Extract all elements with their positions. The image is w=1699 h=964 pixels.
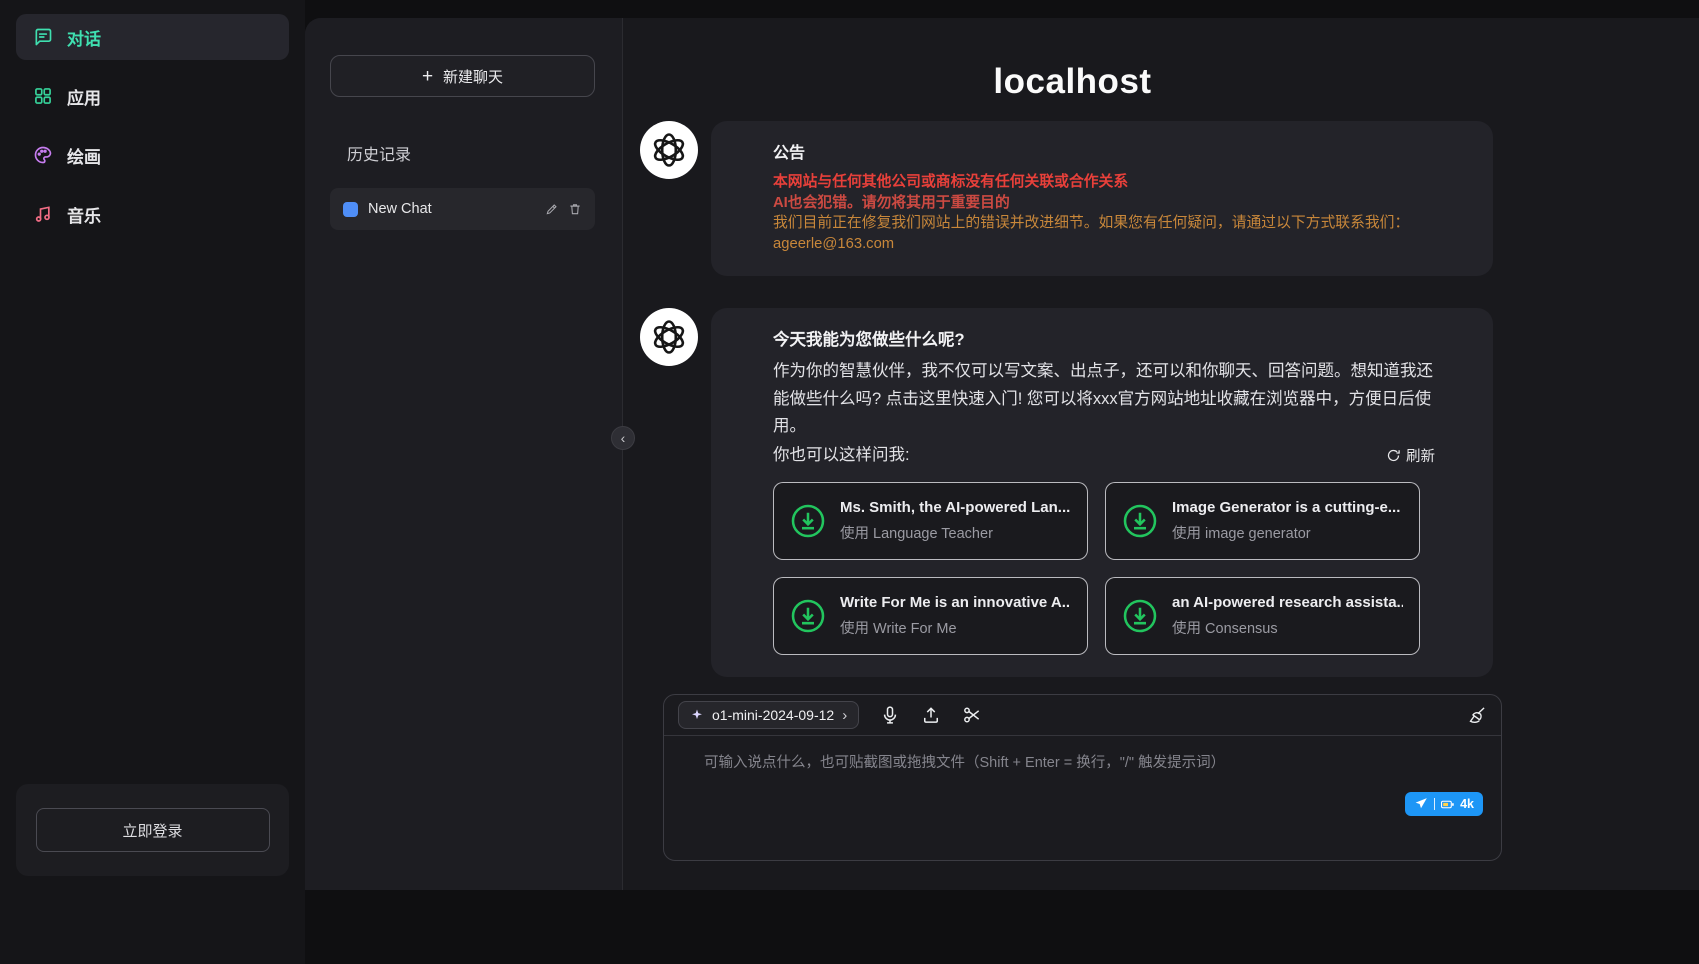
page-title: localhost [640,18,1505,102]
import-icon [1122,598,1158,634]
send-plane-icon [1414,797,1428,811]
scissors-icon [962,705,982,725]
microphone-button[interactable] [880,705,900,725]
screenshot-button[interactable] [962,705,982,725]
trash-icon[interactable] [568,202,582,216]
main-panel: + 新建聊天 历史记录 New Chat [305,18,1699,890]
suggestion-title: Ms. Smith, the AI-powered Lan... [840,499,1070,516]
suggestion-title: Write For Me is an innovative A... [840,594,1071,611]
sidebar-item-label: 绘画 [67,143,101,168]
suggestion-card[interactable]: Ms. Smith, the AI-powered Lan... 使用 Lang… [773,482,1088,560]
sidebar-item-music[interactable]: 音乐 [16,191,289,237]
music-note-icon [33,204,53,224]
sidebar-item-label: 应用 [67,84,101,109]
import-icon [790,598,826,634]
workspace: + 新建聊天 历史记录 New Chat [305,0,1699,964]
chat-item-actions [545,202,582,216]
badge-divider [1434,798,1435,810]
message-welcome: 今天我能为您做些什么呢? 作为你的智慧伙伴，我不仅可以写文案、出点子，还可以和你… [640,308,1699,677]
refresh-label: 刷新 [1406,445,1435,466]
chat-item-title: New Chat [368,201,535,217]
model-label: o1-mini-2024-09-12 [712,707,834,723]
assistant-avatar [640,121,698,179]
chat-bubble-icon [33,27,53,47]
announcement-email[interactable]: ageerle@163.com [773,234,1435,255]
chevron-right-icon: › [842,707,847,724]
import-icon [1122,503,1158,539]
palette-icon [33,145,53,165]
announcement-line: AI也会犯错。请勿将其用于重要目的 [773,193,1435,214]
composer: o1-mini-2024-09-12 › [663,694,1502,861]
sidebar: 对话 应用 绘画 音乐 立即登录 [0,0,305,964]
upload-button[interactable] [921,705,941,725]
sidebar-item-chat[interactable]: 对话 [16,14,289,60]
history-title: 历史记录 [347,141,594,165]
refresh-icon [1386,448,1401,463]
sparkle-icon [690,708,704,722]
token-count-badge: 4k [1460,797,1474,811]
clear-context-button[interactable] [1467,705,1487,725]
suggestion-title: an AI-powered research assista... [1172,594,1403,611]
sidebar-item-label: 对话 [67,25,101,50]
announcement-line: 本网站与任何其他公司或商标没有任何关联或合作关系 [773,172,1435,193]
suggestion-subtitle: 使用 Consensus [1172,617,1403,638]
welcome-bubble: 今天我能为您做些什么呢? 作为你的智慧伙伴，我不仅可以写文案、出点子，还可以和你… [711,308,1493,677]
ask-hint: 你也可以这样问我: [773,442,910,470]
chat-main: ‹ localhost 公告 本网站与任何其他公司或商标没有任何关联或合作关系 … [623,18,1699,890]
suggestion-text: an AI-powered research assista... 使用 Con… [1172,594,1403,638]
chevron-left-icon: ‹ [621,431,626,445]
upload-icon [921,705,941,725]
collapse-sidebar-button[interactable]: ‹ [611,426,635,450]
apps-grid-icon [33,86,53,106]
broom-icon [1467,705,1487,725]
composer-toolbar: o1-mini-2024-09-12 › [664,695,1501,736]
model-selector[interactable]: o1-mini-2024-09-12 › [678,701,859,729]
message-input[interactable] [664,736,1501,808]
suggestion-subtitle: 使用 Write For Me [840,617,1071,638]
sidebar-item-drawing[interactable]: 绘画 [16,132,289,178]
send-button[interactable]: 4k [1405,792,1483,816]
hint-row: 你也可以这样问我: 刷新 [773,442,1435,470]
chat-item-icon [343,202,358,217]
microphone-icon [880,705,900,725]
app-root: 对话 应用 绘画 音乐 立即登录 [0,0,1699,964]
suggestion-card[interactable]: Write For Me is an innovative A... 使用 Wr… [773,577,1088,655]
suggestion-subtitle: 使用 Language Teacher [840,522,1070,543]
chat-list-panel: + 新建聊天 历史记录 New Chat [305,18,623,890]
chat-list-item[interactable]: New Chat [330,188,595,230]
suggestion-text: Ms. Smith, the AI-powered Lan... 使用 Lang… [840,499,1070,543]
welcome-body: 作为你的智慧伙伴，我不仅可以写文案、出点子，还可以和你聊天、回答问题。想知道我还… [773,358,1435,441]
login-button[interactable]: 立即登录 [36,808,270,852]
welcome-title: 今天我能为您做些什么呢? [773,326,1435,350]
announcement-title: 公告 [773,139,1435,163]
suggestion-card[interactable]: an AI-powered research assista... 使用 Con… [1105,577,1420,655]
suggestion-card[interactable]: Image Generator is a cutting-e... 使用 ima… [1105,482,1420,560]
assistant-avatar [640,308,698,366]
new-chat-button[interactable]: + 新建聊天 [330,55,595,97]
suggestion-subtitle: 使用 image generator [1172,522,1400,543]
message-announcement: 公告 本网站与任何其他公司或商标没有任何关联或合作关系 AI也会犯错。请勿将其用… [640,121,1699,276]
import-icon [790,503,826,539]
plus-icon: + [422,67,433,86]
edit-icon[interactable] [545,202,559,216]
suggestion-grid: Ms. Smith, the AI-powered Lan... 使用 Lang… [773,482,1435,655]
openai-logo-icon [649,317,689,357]
suggestion-text: Image Generator is a cutting-e... 使用 ima… [1172,499,1400,543]
suggestion-title: Image Generator is a cutting-e... [1172,499,1400,516]
announcement-line: 我们目前正在修复我们网站上的错误并改进细节。如果您有任何疑问，请通过以下方式联系… [773,213,1435,234]
refresh-button[interactable]: 刷新 [1386,445,1435,466]
openai-logo-icon [649,130,689,170]
announcement-bubble: 公告 本网站与任何其他公司或商标没有任何关联或合作关系 AI也会犯错。请勿将其用… [711,121,1493,276]
sidebar-item-label: 音乐 [67,202,101,227]
login-panel: 立即登录 [16,784,289,876]
suggestion-text: Write For Me is an innovative A... 使用 Wr… [840,594,1071,638]
sidebar-item-apps[interactable]: 应用 [16,73,289,119]
new-chat-label: 新建聊天 [443,66,503,87]
battery-icon [1441,800,1454,809]
